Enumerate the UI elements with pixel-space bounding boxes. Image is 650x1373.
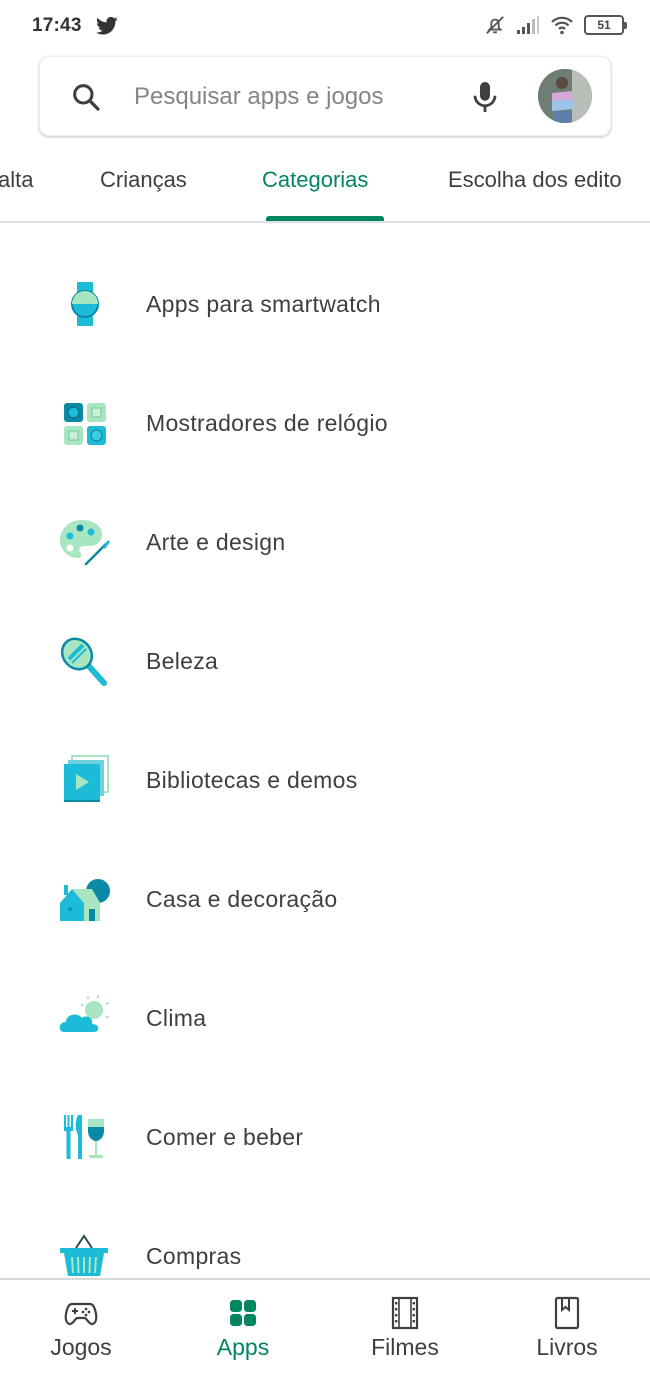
- nav-label: Filmes: [371, 1334, 439, 1360]
- nav-jogos[interactable]: Jogos: [0, 1280, 162, 1373]
- category-item-beauty[interactable]: Beleza: [0, 608, 650, 727]
- category-item-home-decor[interactable]: Casa e decoração: [0, 846, 650, 965]
- category-item-art-design[interactable]: Arte e design: [0, 489, 650, 608]
- category-item-smartwatch[interactable]: Apps para smartwatch: [0, 251, 650, 370]
- nav-label: Apps: [216, 1334, 270, 1360]
- tab-em-alta[interactable]: alta: [0, 167, 33, 193]
- film-icon: [391, 1296, 419, 1330]
- avatar-photo: [538, 69, 592, 123]
- status-bar: 17:43 51: [0, 0, 650, 52]
- bottom-navigation: Jogos Apps Filmes Livros: [0, 1278, 650, 1373]
- wifi-icon: [551, 16, 573, 35]
- category-label: Mostradores de relógio: [146, 410, 388, 436]
- category-item-shopping[interactable]: Compras: [0, 1203, 650, 1278]
- active-tab-indicator: [266, 216, 384, 221]
- nav-livros[interactable]: Livros: [486, 1280, 648, 1373]
- search-bar[interactable]: Pesquisar apps e jogos: [39, 56, 611, 136]
- category-item-libraries-demos[interactable]: Bibliotecas e demos: [0, 727, 650, 846]
- category-item-weather[interactable]: Clima: [0, 965, 650, 1084]
- nav-label: Livros: [536, 1334, 598, 1360]
- tab-escolha-dos-editores[interactable]: Escolha dos edito: [448, 167, 622, 193]
- food-drink-icon: [64, 1115, 104, 1159]
- category-list: Apps para smartwatch Mostradores de reló…: [0, 224, 650, 1278]
- category-label: Arte e design: [146, 529, 286, 555]
- category-label: Compras: [146, 1243, 242, 1269]
- mic-icon[interactable]: [470, 79, 500, 115]
- signal-icon: [517, 16, 539, 34]
- category-item-food-drink[interactable]: Comer e beber: [0, 1084, 650, 1203]
- nav-label: Jogos: [50, 1334, 112, 1360]
- gamepad-icon: [64, 1302, 98, 1326]
- bell-off-icon: [486, 16, 504, 34]
- weather-icon: [59, 995, 110, 1032]
- apps-grid-icon: [230, 1300, 256, 1326]
- mirror-icon: [60, 637, 107, 686]
- house-icon: [60, 879, 110, 921]
- shopping-basket-icon: [60, 1234, 108, 1276]
- category-label: Clima: [146, 1005, 207, 1031]
- category-label: Apps para smartwatch: [146, 291, 381, 317]
- category-label: Comer e beber: [146, 1124, 304, 1150]
- category-label: Casa e decoração: [146, 886, 338, 912]
- battery-icon: 51: [584, 15, 627, 35]
- status-icons: 51: [484, 14, 627, 36]
- category-item-watch-faces[interactable]: Mostradores de relógio: [0, 370, 650, 489]
- tab-categorias[interactable]: Categorias: [262, 167, 368, 193]
- nav-apps[interactable]: Apps: [162, 1280, 324, 1373]
- top-tabs: alta Crianças Categorias Escolha dos edi…: [0, 145, 650, 223]
- avatar[interactable]: [538, 69, 592, 123]
- palette-icon: [60, 520, 110, 566]
- watch-faces-icon: [64, 403, 106, 445]
- search-icon[interactable]: [70, 81, 102, 113]
- status-time: 17:43: [32, 15, 82, 36]
- tab-criancas[interactable]: Crianças: [100, 167, 187, 193]
- category-label: Bibliotecas e demos: [146, 767, 358, 793]
- twitter-icon: [96, 16, 118, 35]
- nav-filmes[interactable]: Filmes: [324, 1280, 486, 1373]
- libraries-play-icon: [64, 755, 109, 802]
- smartwatch-icon: [71, 282, 99, 326]
- book-icon: [554, 1296, 580, 1330]
- category-label: Beleza: [146, 648, 219, 674]
- battery-level: 51: [597, 18, 611, 32]
- search-input[interactable]: Pesquisar apps e jogos: [134, 83, 384, 111]
